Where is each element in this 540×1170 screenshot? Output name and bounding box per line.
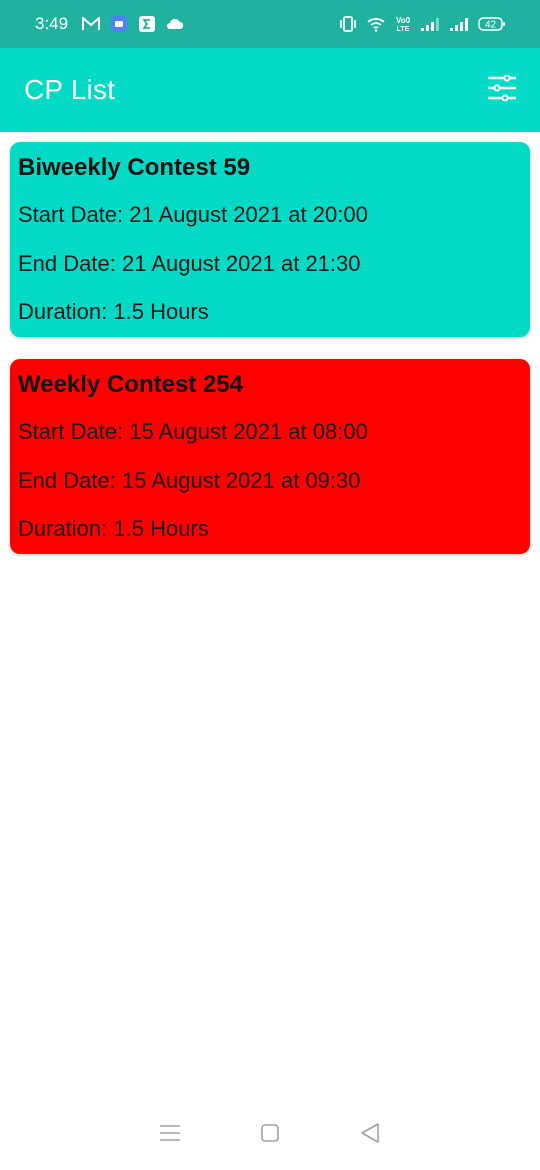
- contest-title: Weekly Contest 254: [18, 371, 243, 398]
- filter-sliders-icon: [487, 73, 517, 106]
- battery-icon: 42: [478, 16, 506, 32]
- app-bar: CP List: [0, 48, 540, 132]
- contest-card[interactable]: Weekly Contest 254 Start Date: 15 August…: [10, 359, 530, 554]
- contest-start-date: Start Date: 15 August 2021 at 08:00: [18, 419, 368, 444]
- recents-button[interactable]: [159, 1124, 181, 1147]
- back-button[interactable]: [359, 1122, 381, 1149]
- status-right: Vo0 LTE 42: [339, 15, 506, 33]
- filter-button[interactable]: [485, 73, 519, 107]
- status-bar: 3:49 Vo0 LTE 42: [0, 0, 540, 48]
- vibrate-icon: [339, 16, 357, 32]
- battery-level: 42: [485, 20, 497, 31]
- menu-lines-icon: [160, 1124, 181, 1141]
- status-time: 3:49: [35, 14, 69, 33]
- svg-text:Vo0: Vo0: [396, 16, 411, 25]
- system-nav-bar: [0, 1100, 540, 1170]
- contest-card[interactable]: Biweekly Contest 59 Start Date: 21 Augus…: [10, 142, 530, 337]
- contest-title: Biweekly Contest 59: [18, 154, 251, 181]
- gmail-icon: [82, 17, 101, 31]
- status-left: 3:49: [35, 14, 184, 34]
- contest-duration: Duration: 1.5 Hours: [18, 299, 209, 324]
- home-button[interactable]: [260, 1123, 280, 1148]
- contest-list: Biweekly Contest 59 Start Date: 21 Augus…: [10, 142, 530, 576]
- app-title: CP List: [24, 74, 116, 105]
- sigma-app-icon: [138, 15, 156, 33]
- signal-sim1-icon: [420, 16, 440, 32]
- contest-duration: Duration: 1.5 Hours: [18, 516, 209, 541]
- back-triangle-icon: [360, 1122, 379, 1143]
- volte-icon: Vo0 LTE: [395, 15, 411, 33]
- wifi-icon: [366, 16, 386, 32]
- signal-sim2-icon: [449, 16, 469, 32]
- contest-start-date: Start Date: 21 August 2021 at 20:00: [18, 202, 368, 227]
- contest-end-date: End Date: 15 August 2021 at 09:30: [18, 467, 361, 493]
- contest-end-date: End Date: 21 August 2021 at 21:30: [18, 250, 361, 276]
- square-icon: [261, 1123, 279, 1142]
- svg-text:LTE: LTE: [397, 26, 410, 33]
- cloud-icon: [166, 18, 184, 30]
- messages-icon: [110, 15, 128, 33]
